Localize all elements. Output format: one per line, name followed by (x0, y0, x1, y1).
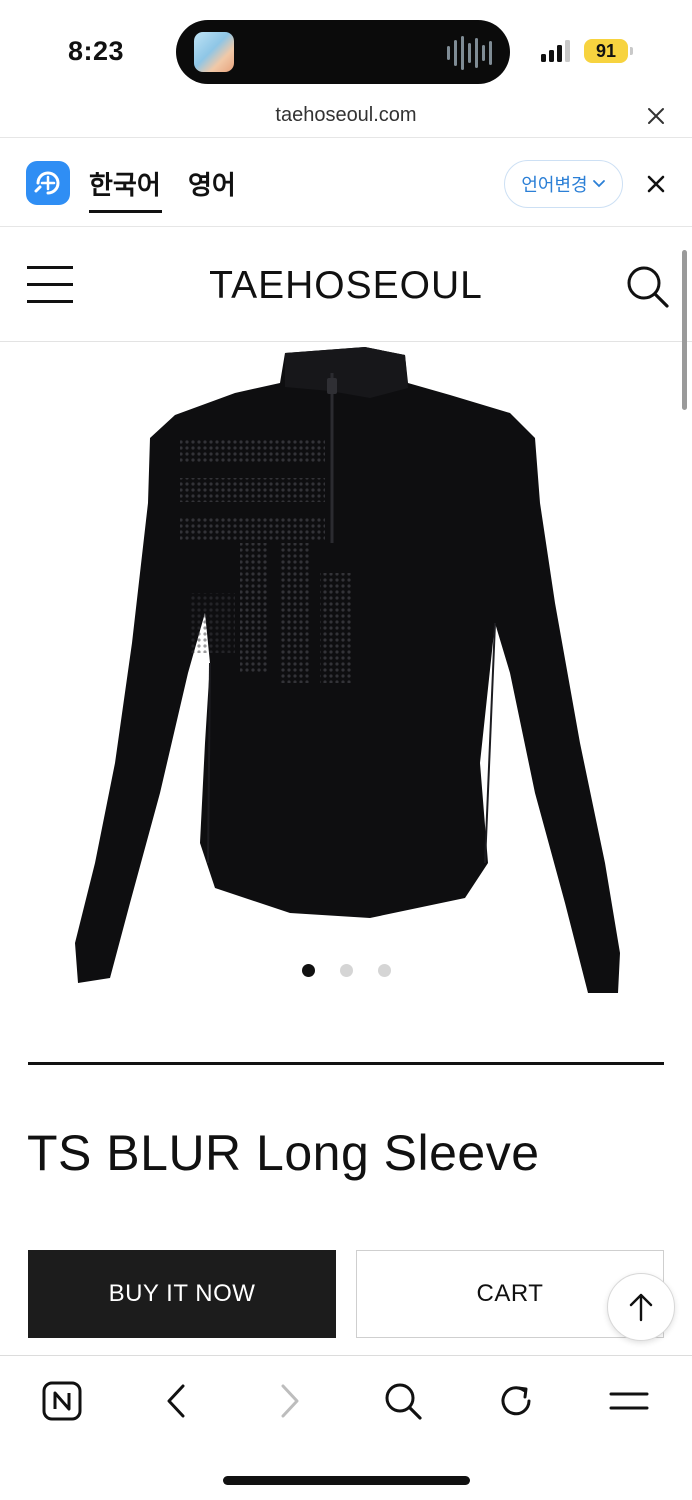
status-time: 8:23 (68, 36, 125, 66)
naver-home-icon[interactable] (37, 1376, 87, 1426)
tab-korean[interactable]: 한국어 (89, 165, 161, 202)
dynamic-island[interactable] (176, 20, 510, 84)
gallery-dot-1[interactable] (301, 964, 315, 977)
gallery-dot-2[interactable] (339, 964, 353, 977)
audio-waveform-icon (447, 36, 492, 70)
gallery-dot-3[interactable] (377, 964, 391, 977)
change-language-label: 언어변경 (521, 175, 588, 195)
forward-icon[interactable] (265, 1376, 315, 1426)
site-header: TAEHOSEOUL (0, 228, 692, 342)
scroll-to-top-button[interactable] (607, 1273, 675, 1341)
menu-icon[interactable] (604, 1376, 654, 1426)
brand-logo[interactable]: TAEHOSEOUL (0, 264, 692, 308)
translate-logo-icon (26, 161, 70, 205)
translate-close-icon[interactable] (646, 174, 666, 194)
change-language-button[interactable]: 언어변경 (504, 160, 623, 208)
buy-it-now-button[interactable]: BUY IT NOW (28, 1250, 336, 1338)
browser-url-bar: taehoseoul.com (0, 100, 692, 138)
translate-bar: 한국어 영어 언어변경 (0, 139, 692, 227)
tab-english[interactable]: 영어 (188, 165, 236, 202)
gallery-pagination (0, 964, 692, 977)
search-icon[interactable] (624, 263, 670, 309)
back-icon[interactable] (151, 1376, 201, 1426)
section-divider (28, 1062, 664, 1065)
close-icon[interactable] (646, 106, 666, 126)
search-icon[interactable] (378, 1376, 428, 1426)
active-tab-indicator (89, 210, 162, 213)
page-scrollbar[interactable] (682, 250, 687, 410)
url-text[interactable]: taehoseoul.com (0, 104, 692, 127)
cellular-signal-icon (541, 40, 570, 62)
now-playing-artwork (194, 32, 234, 72)
status-bar: 8:23 91 (0, 0, 692, 100)
home-indicator[interactable] (223, 1476, 470, 1485)
battery-indicator: 91 (584, 39, 628, 63)
battery-tip (630, 47, 633, 55)
product-image[interactable] (40, 343, 652, 1003)
chevron-down-icon (592, 180, 605, 188)
product-title: TS BLUR Long Sleeve (27, 1125, 540, 1181)
reload-icon[interactable] (491, 1376, 541, 1426)
arrow-up-icon (629, 1293, 653, 1322)
